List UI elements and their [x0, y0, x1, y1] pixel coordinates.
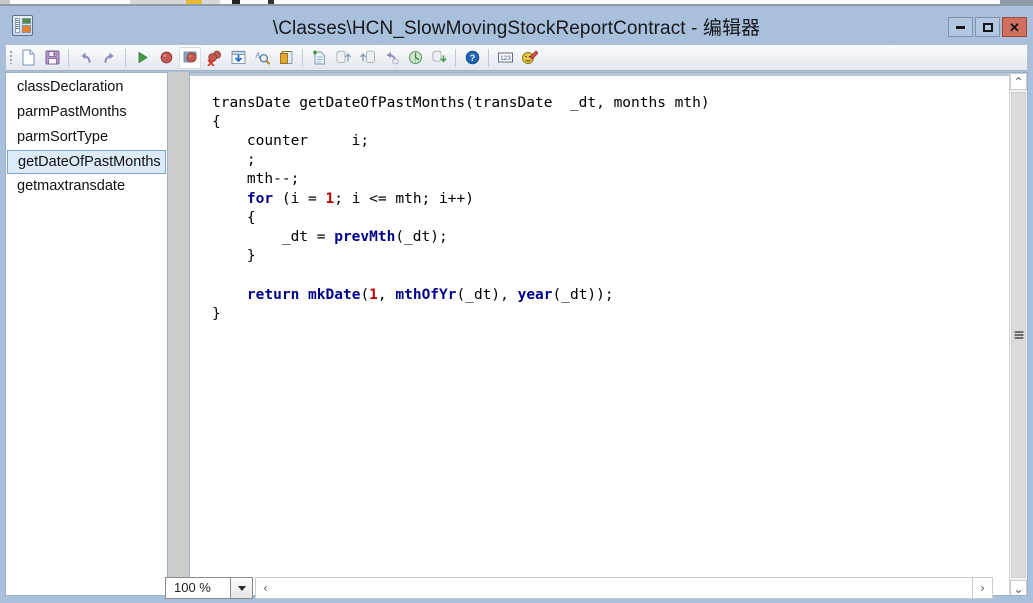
properties-icon[interactable] — [275, 47, 297, 69]
svg-text:123: 123 — [500, 55, 511, 62]
editor-vertical-scrollbar[interactable]: ⌃ ⌄ — [1009, 73, 1027, 595]
help-icon[interactable]: ? — [461, 47, 483, 69]
title-bar[interactable]: \Classes\HCN_SlowMovingStockReportContra… — [0, 6, 1033, 44]
maximize-button[interactable] — [975, 17, 1000, 37]
pane-splitter[interactable] — [168, 72, 190, 596]
toolbar-separator — [68, 48, 69, 67]
undo-icon[interactable] — [74, 47, 96, 69]
lookup-properties-icon[interactable]: A — [251, 47, 273, 69]
code-token: mthOfYr — [395, 286, 457, 303]
hscroll-left-button[interactable]: ‹ — [256, 578, 275, 598]
zoom-dropdown-button[interactable] — [231, 577, 253, 599]
svg-text:?: ? — [469, 53, 475, 64]
code-token: (_dt), — [456, 286, 518, 303]
editor-body: classDeclaration parmPastMonths parmSort… — [5, 72, 1028, 596]
code-token: (_dt); — [395, 228, 448, 245]
tree-item-getmaxtransdate[interactable]: getmaxtransdate — [6, 174, 167, 199]
code-token: 1 — [369, 286, 378, 303]
editor-window: \Classes\HCN_SlowMovingStockReportContra… — [0, 6, 1033, 603]
get-latest-icon[interactable] — [428, 47, 450, 69]
code-token: mth--; — [212, 171, 300, 188]
code-token: _dt = — [212, 228, 335, 245]
code-token: counter i; — [212, 132, 370, 149]
code-token: 1 — [325, 190, 335, 207]
tree-item-classDeclaration[interactable]: classDeclaration — [6, 75, 167, 100]
code-token: { — [212, 113, 221, 130]
undo-check-out-icon[interactable] — [380, 47, 402, 69]
window-title: \Classes\HCN_SlowMovingStockReportContra… — [272, 18, 761, 39]
toolbar-separator — [455, 48, 456, 67]
minimize-icon — [956, 25, 965, 29]
code-token: ( — [360, 286, 370, 303]
scroll-thumb-grip — [1014, 331, 1023, 339]
breakpoint-window-icon[interactable] — [179, 46, 201, 69]
maximize-icon — [982, 22, 993, 32]
compile-icon[interactable] — [227, 47, 249, 69]
tree-item-parmPastMonths[interactable]: parmPastMonths — [6, 100, 167, 125]
code-token: prevMth — [334, 228, 396, 245]
code-token: (i = — [273, 190, 326, 207]
code-token: mkDate — [308, 286, 361, 303]
check-in-icon[interactable] — [332, 47, 354, 69]
breakpoint-icon[interactable] — [155, 47, 177, 69]
chevron-up-icon: ⌃ — [1013, 74, 1024, 89]
window-controls: ✕ — [948, 17, 1027, 37]
check-out-icon[interactable] — [356, 47, 378, 69]
editor-top-edge — [190, 73, 1009, 76]
code-token: for — [246, 190, 274, 207]
code-editor-pane[interactable]: transDate getDateOfPastMonths(transDate … — [190, 72, 1028, 596]
scroll-up-button[interactable]: ⌃ — [1010, 73, 1027, 90]
close-icon: ✕ — [1009, 19, 1020, 35]
new-icon[interactable] — [17, 47, 39, 69]
zoom-level-value[interactable]: 100 % — [165, 577, 231, 599]
vertical-scroll-track[interactable] — [1010, 91, 1027, 579]
code-token: transDate getDateOfPastMonths(transDate … — [212, 94, 710, 111]
minimize-button[interactable] — [948, 17, 973, 37]
vertical-scroll-thumb[interactable] — [1011, 92, 1026, 578]
horizontal-scrollbar[interactable]: ‹ › — [255, 577, 993, 599]
code-token: } — [212, 248, 256, 265]
code-token: (_dt)); — [552, 286, 614, 303]
toolbar-separator — [125, 48, 126, 67]
chevron-right-icon: › — [980, 581, 985, 595]
script-editor-icon[interactable] — [518, 47, 540, 69]
save-icon[interactable] — [41, 47, 63, 69]
toolbar-separator — [302, 48, 303, 67]
tree-item-parmSortType[interactable]: parmSortType — [6, 125, 167, 150]
new-element-icon[interactable] — [308, 47, 330, 69]
code-token: { — [212, 209, 256, 226]
chevron-down-icon — [237, 585, 246, 591]
toolbar-grip[interactable] — [6, 45, 16, 70]
clear-breakpoints-icon[interactable] — [203, 47, 225, 69]
line-numbers-icon[interactable]: 123 — [494, 47, 516, 69]
chevron-left-icon: ‹ — [263, 581, 268, 595]
code-token: ; i <= mth; i++) — [334, 190, 474, 207]
code-token: return — [246, 286, 300, 303]
redo-icon[interactable] — [98, 47, 120, 69]
main-toolbar: A ? 123 — [5, 44, 1028, 71]
run-icon[interactable] — [131, 47, 153, 69]
code-token: ; — [212, 152, 256, 169]
hscroll-right-button[interactable]: › — [972, 578, 992, 598]
close-button[interactable]: ✕ — [1002, 17, 1027, 37]
code-token: } — [212, 305, 221, 322]
history-icon[interactable] — [404, 47, 426, 69]
source-code[interactable]: transDate getDateOfPastMonths(transDate … — [212, 94, 1005, 324]
toolbar-separator — [488, 48, 489, 67]
code-token: , — [377, 286, 396, 303]
status-bar: 100 % ‹ › — [5, 577, 1028, 599]
code-token: year — [517, 286, 553, 303]
tree-item-getDateOfPastMonths[interactable]: getDateOfPastMonths — [7, 150, 166, 174]
method-tree-pane: classDeclaration parmPastMonths parmSort… — [5, 72, 168, 596]
